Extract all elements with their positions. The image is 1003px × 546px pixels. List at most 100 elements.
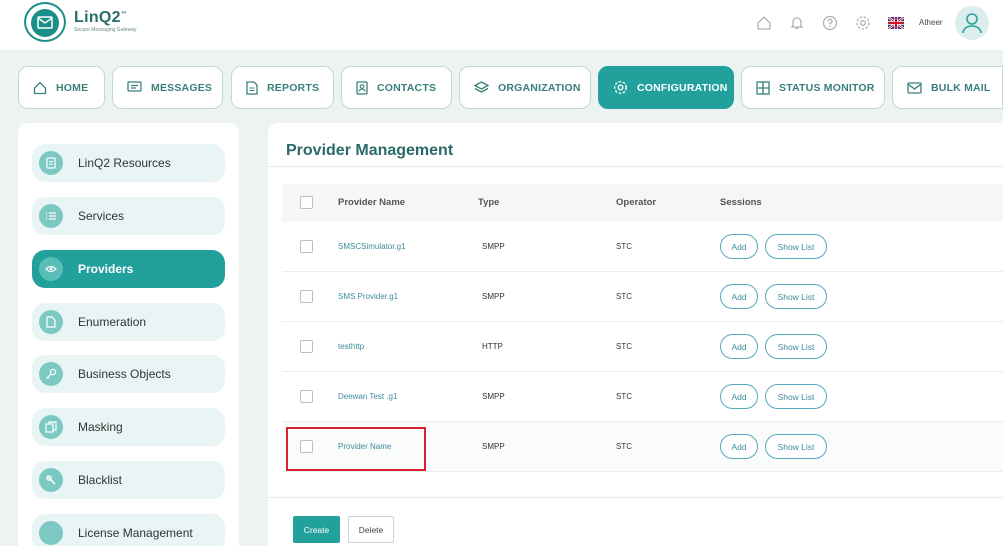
sidebar-item-blacklist[interactable]: Blacklist [32,461,225,499]
show-list-button[interactable]: Show List [765,284,827,309]
table-row[interactable]: SMS Provider.g1 SMPP STC Add Show List [282,272,1003,322]
sidebar-item-masking[interactable]: Masking [32,408,225,446]
page-title: Provider Management [286,142,454,159]
highlight-annotation-box [286,427,426,471]
add-session-button[interactable]: Add [720,434,758,459]
delete-button[interactable]: Delete [348,516,394,543]
services-icon [39,204,63,228]
mail-icon [907,81,922,94]
column-header-type[interactable]: Type [478,197,499,208]
nav-reports-label: REPORTS [267,81,320,94]
sidebar: LinQ2 Resources Services Providers Enume… [18,123,239,546]
contacts-icon [356,80,368,95]
nav-contacts-label: CONTACTS [377,81,437,94]
sidebar-item-label: LinQ2 Resources [78,156,171,170]
provider-operator: STC [616,442,632,451]
nav-messages[interactable]: MESSAGES [112,66,223,109]
add-session-button[interactable]: Add [720,334,758,359]
provider-type: SMPP [482,442,505,451]
gear-icon [613,80,628,95]
user-icon [962,13,982,34]
provider-type: HTTP [482,342,503,351]
layers-icon [474,80,489,93]
user-name[interactable]: Atheer [919,18,943,27]
nav-bulk-mail-label: BULK MAIL [931,81,991,94]
row-checkbox[interactable] [300,290,313,303]
nav-bulk-mail[interactable]: BULK MAIL [892,66,1003,109]
provider-type: SMPP [482,292,505,301]
top-header: LinQ2™ Secure Messaging Gateway Atheer [0,0,1003,50]
divider [268,166,1003,167]
provider-operator: STC [616,392,632,401]
sidebar-item-services[interactable]: Services [32,197,225,235]
provider-name-link[interactable]: SMSCSimulator.g1 [338,242,406,251]
bell-icon[interactable] [789,15,805,31]
sidebar-item-label: Masking [78,420,123,434]
nav-reports[interactable]: REPORTS [231,66,334,109]
grid-icon [756,80,770,95]
block-icon [39,468,63,492]
sidebar-item-label: Blacklist [78,473,123,487]
provider-name-link[interactable]: SMS Provider.g1 [338,292,398,301]
show-list-button[interactable]: Show List [765,234,827,259]
nav-organization[interactable]: ORGANIZATION [459,66,591,109]
sidebar-item-label: Providers [78,262,134,276]
home-icon [33,81,47,94]
provider-name-link[interactable]: Deewan Test .g1 [338,392,397,401]
sidebar-item-label: Enumeration [78,315,147,329]
column-header-provider-name[interactable]: Provider Name [338,197,405,208]
settings-icon[interactable] [855,15,871,31]
provider-operator: STC [616,242,632,251]
row-checkbox[interactable] [300,240,313,253]
provider-management-panel: Provider Management Provider Name Type O… [268,123,1003,546]
sidebar-item-license-management[interactable]: License Management [32,514,225,546]
table-row[interactable]: SMSCSimulator.g1 SMPP STC Add Show List [282,222,1003,272]
avatar[interactable] [955,6,989,40]
row-checkbox[interactable] [300,340,313,353]
license-icon [39,521,63,545]
nav-status-monitor[interactable]: STATUS MONITOR [741,66,885,109]
create-button[interactable]: Create [293,516,340,543]
column-header-operator[interactable]: Operator [616,197,656,208]
add-session-button[interactable]: Add [720,234,758,259]
logo-title: LinQ2™ [74,9,128,26]
sidebar-item-linq2-resources[interactable]: LinQ2 Resources [32,144,225,182]
key-icon [39,362,63,386]
table-row[interactable]: Deewan Test .g1 SMPP STC Add Show List [282,372,1003,422]
table-row[interactable]: testhttp HTTP STC Add Show List [282,322,1003,372]
logo-icon [24,2,66,42]
provider-name-link[interactable]: testhttp [338,342,364,351]
show-list-button[interactable]: Show List [765,384,827,409]
reports-icon [246,80,258,95]
add-session-button[interactable]: Add [720,384,758,409]
providers-icon [39,257,63,281]
nav-home[interactable]: HOME [18,66,105,109]
copy-icon [39,415,63,439]
provider-type: SMPP [482,392,505,401]
nav-organization-label: ORGANIZATION [498,81,581,94]
sidebar-item-business-objects[interactable]: Business Objects [32,355,225,393]
provider-operator: STC [616,342,632,351]
sidebar-item-enumeration[interactable]: Enumeration [32,303,225,341]
nav-contacts[interactable]: CONTACTS [341,66,452,109]
show-list-button[interactable]: Show List [765,434,827,459]
provider-type: SMPP [482,242,505,251]
add-session-button[interactable]: Add [720,284,758,309]
column-header-sessions: Sessions [720,197,762,208]
select-all-checkbox[interactable] [300,196,313,209]
help-icon[interactable] [822,15,838,31]
divider [268,497,1003,498]
nav-messages-label: MESSAGES [151,81,213,94]
sidebar-item-label: Services [78,209,125,223]
sidebar-item-providers[interactable]: Providers [32,250,225,288]
uk-flag-icon[interactable] [888,17,904,29]
nav-configuration-label: CONFIGURATION [637,81,728,94]
document-icon [39,310,63,334]
messages-icon [127,81,142,92]
show-list-button[interactable]: Show List [765,334,827,359]
nav-home-label: HOME [56,81,89,94]
home-outline-icon[interactable] [756,15,772,31]
row-checkbox[interactable] [300,390,313,403]
nav-configuration[interactable]: CONFIGURATION [598,66,734,109]
table-header: Provider Name Type Operator Sessions [282,184,1003,222]
